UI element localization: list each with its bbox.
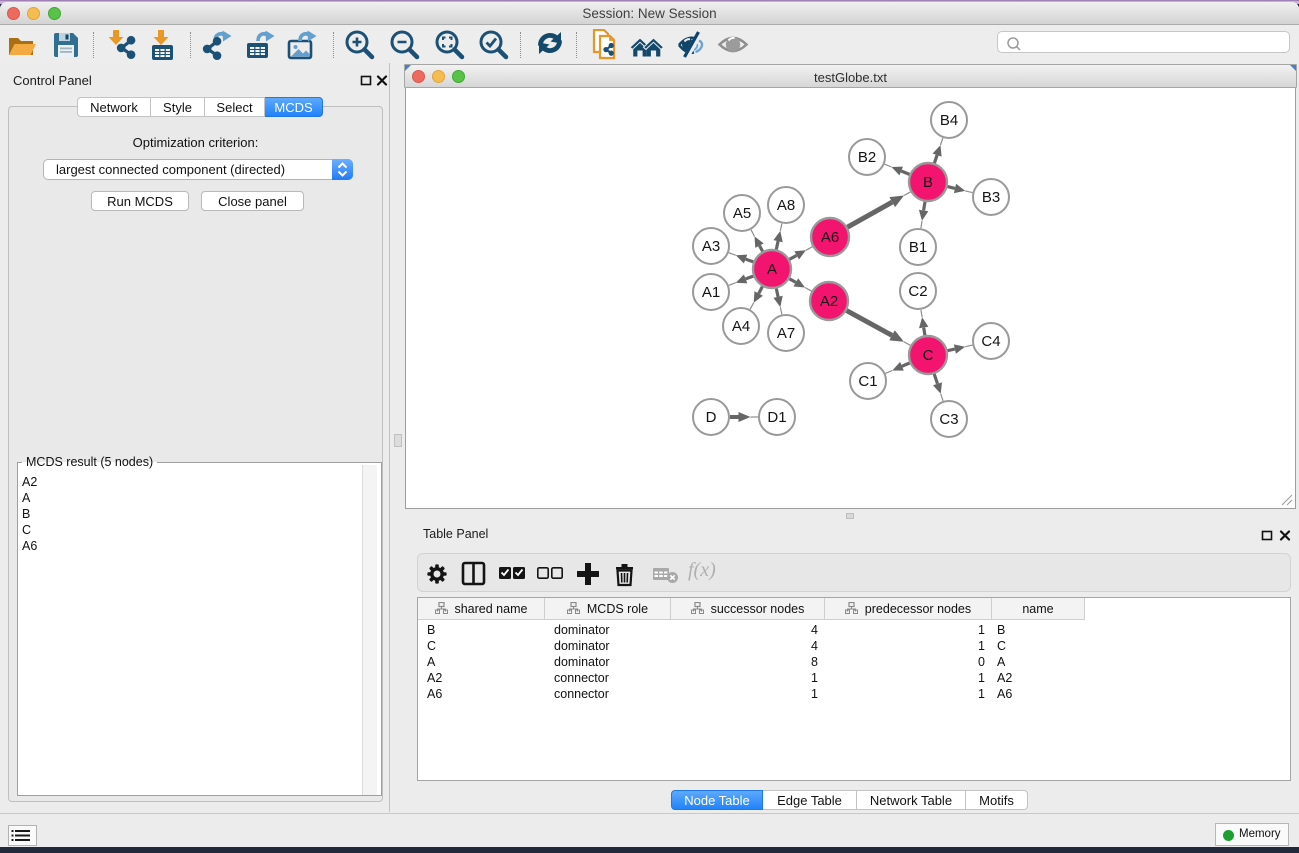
svg-text:A4: A4 — [732, 318, 750, 335]
svg-text:A7: A7 — [777, 325, 795, 342]
svg-text:A3: A3 — [702, 238, 720, 255]
svg-text:A2: A2 — [820, 293, 838, 310]
svg-text:B3: B3 — [982, 189, 1000, 206]
svg-text:C1: C1 — [858, 373, 877, 390]
svg-text:D: D — [706, 409, 717, 426]
svg-text:C: C — [923, 347, 934, 364]
svg-text:A6: A6 — [821, 229, 839, 246]
svg-text:B: B — [923, 174, 933, 191]
svg-text:A5: A5 — [733, 205, 751, 222]
svg-text:C2: C2 — [908, 283, 927, 300]
svg-text:A8: A8 — [777, 197, 795, 214]
svg-text:B1: B1 — [909, 239, 927, 256]
svg-text:A1: A1 — [702, 284, 720, 301]
svg-text:B2: B2 — [858, 149, 876, 166]
svg-text:A: A — [767, 261, 777, 278]
svg-text:D1: D1 — [767, 409, 786, 426]
svg-text:B4: B4 — [940, 112, 958, 129]
svg-text:C4: C4 — [981, 333, 1000, 350]
svg-text:C3: C3 — [939, 411, 958, 428]
